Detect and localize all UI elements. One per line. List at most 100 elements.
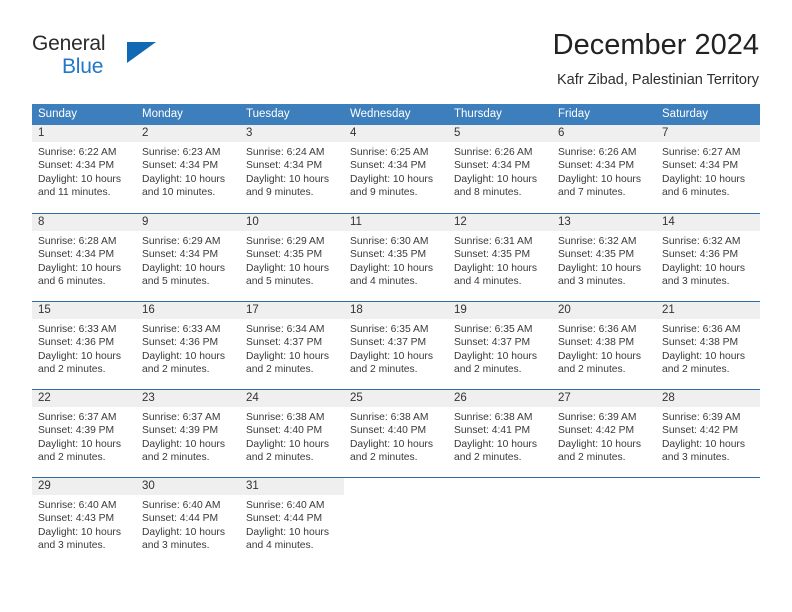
day-cell[interactable]: 22 Sunrise: 6:37 AM Sunset: 4:39 PM Dayl…	[32, 390, 136, 477]
day-number: 9	[136, 214, 240, 231]
daylight-text-line2: and 4 minutes.	[454, 275, 522, 287]
day-cell[interactable]: 4 Sunrise: 6:25 AM Sunset: 4:34 PM Dayli…	[344, 125, 448, 213]
sunrise-text: Sunrise: 6:39 AM	[662, 412, 741, 423]
day-cell[interactable]: 20 Sunrise: 6:36 AM Sunset: 4:38 PM Dayl…	[552, 302, 656, 389]
day-number: 2	[136, 125, 240, 142]
day-number	[344, 478, 448, 495]
day-info: Sunrise: 6:29 AM Sunset: 4:34 PM Dayligh…	[136, 231, 240, 288]
day-cell[interactable]: 3 Sunrise: 6:24 AM Sunset: 4:34 PM Dayli…	[240, 125, 344, 213]
daylight-text-line1: Daylight: 10 hours	[558, 350, 641, 362]
daylight-text-line1: Daylight: 10 hours	[38, 350, 121, 362]
day-info: Sunrise: 6:33 AM Sunset: 4:36 PM Dayligh…	[32, 319, 136, 376]
day-info: Sunrise: 6:25 AM Sunset: 4:34 PM Dayligh…	[344, 142, 448, 199]
day-cell[interactable]: 27 Sunrise: 6:39 AM Sunset: 4:42 PM Dayl…	[552, 390, 656, 477]
sunset-text: Sunset: 4:42 PM	[662, 425, 739, 437]
day-cell[interactable]: 12 Sunrise: 6:31 AM Sunset: 4:35 PM Dayl…	[448, 214, 552, 301]
daylight-text-line1: Daylight: 10 hours	[662, 262, 745, 274]
sunset-text: Sunset: 4:39 PM	[38, 425, 115, 437]
day-cell[interactable]: 14 Sunrise: 6:32 AM Sunset: 4:36 PM Dayl…	[656, 214, 760, 301]
sunset-text: Sunset: 4:34 PM	[246, 160, 323, 172]
daylight-text-line2: and 6 minutes.	[662, 186, 730, 198]
sunrise-text: Sunrise: 6:40 AM	[142, 500, 221, 511]
weekday-header-row: Sunday Monday Tuesday Wednesday Thursday…	[32, 104, 760, 125]
day-cell[interactable]: 13 Sunrise: 6:32 AM Sunset: 4:35 PM Dayl…	[552, 214, 656, 301]
day-number: 29	[32, 478, 136, 495]
week-row: 15 Sunrise: 6:33 AM Sunset: 4:36 PM Dayl…	[32, 301, 760, 389]
day-cell[interactable]: 6 Sunrise: 6:26 AM Sunset: 4:34 PM Dayli…	[552, 125, 656, 213]
day-cell[interactable]: 28 Sunrise: 6:39 AM Sunset: 4:42 PM Dayl…	[656, 390, 760, 477]
day-cell[interactable]: 2 Sunrise: 6:23 AM Sunset: 4:34 PM Dayli…	[136, 125, 240, 213]
daylight-text-line1: Daylight: 10 hours	[350, 350, 433, 362]
daylight-text-line1: Daylight: 10 hours	[350, 438, 433, 450]
day-cell[interactable]: 21 Sunrise: 6:36 AM Sunset: 4:38 PM Dayl…	[656, 302, 760, 389]
day-cell[interactable]: 24 Sunrise: 6:38 AM Sunset: 4:40 PM Dayl…	[240, 390, 344, 477]
day-info: Sunrise: 6:37 AM Sunset: 4:39 PM Dayligh…	[32, 407, 136, 464]
day-info: Sunrise: 6:32 AM Sunset: 4:36 PM Dayligh…	[656, 231, 760, 288]
sunset-text: Sunset: 4:36 PM	[38, 337, 115, 349]
day-cell[interactable]: 16 Sunrise: 6:33 AM Sunset: 4:36 PM Dayl…	[136, 302, 240, 389]
weekday-header-monday: Monday	[142, 108, 183, 120]
daylight-text-line2: and 2 minutes.	[454, 363, 522, 375]
sunset-text: Sunset: 4:37 PM	[454, 337, 531, 349]
day-cell[interactable]: 8 Sunrise: 6:28 AM Sunset: 4:34 PM Dayli…	[32, 214, 136, 301]
daylight-text-line2: and 2 minutes.	[246, 363, 314, 375]
day-number: 21	[656, 302, 760, 319]
generalblue-logo[interactable]: General Blue	[32, 32, 156, 84]
day-cell[interactable]: 19 Sunrise: 6:35 AM Sunset: 4:37 PM Dayl…	[448, 302, 552, 389]
day-cell[interactable]: 15 Sunrise: 6:33 AM Sunset: 4:36 PM Dayl…	[32, 302, 136, 389]
weekday-header-saturday: Saturday	[662, 108, 709, 120]
sunrise-text: Sunrise: 6:37 AM	[38, 412, 117, 423]
sunrise-text: Sunrise: 6:40 AM	[246, 500, 325, 511]
day-cell[interactable]: 7 Sunrise: 6:27 AM Sunset: 4:34 PM Dayli…	[656, 125, 760, 213]
sunrise-text: Sunrise: 6:39 AM	[558, 412, 637, 423]
daylight-text-line2: and 2 minutes.	[350, 363, 418, 375]
daylight-text-line1: Daylight: 10 hours	[246, 526, 329, 538]
daylight-text-line1: Daylight: 10 hours	[38, 438, 121, 450]
day-cell[interactable]: 31 Sunrise: 6:40 AM Sunset: 4:44 PM Dayl…	[240, 478, 344, 565]
day-cell[interactable]: 17 Sunrise: 6:34 AM Sunset: 4:37 PM Dayl…	[240, 302, 344, 389]
sunset-text: Sunset: 4:34 PM	[38, 249, 115, 261]
day-info: Sunrise: 6:38 AM Sunset: 4:40 PM Dayligh…	[240, 407, 344, 464]
week-row: 29 Sunrise: 6:40 AM Sunset: 4:43 PM Dayl…	[32, 477, 760, 565]
day-cell[interactable]: 26 Sunrise: 6:38 AM Sunset: 4:41 PM Dayl…	[448, 390, 552, 477]
day-info: Sunrise: 6:36 AM Sunset: 4:38 PM Dayligh…	[656, 319, 760, 376]
day-cell[interactable]: 30 Sunrise: 6:40 AM Sunset: 4:44 PM Dayl…	[136, 478, 240, 565]
day-cell[interactable]: 9 Sunrise: 6:29 AM Sunset: 4:34 PM Dayli…	[136, 214, 240, 301]
day-number: 14	[656, 214, 760, 231]
sunset-text: Sunset: 4:34 PM	[142, 160, 219, 172]
daylight-text-line2: and 8 minutes.	[454, 186, 522, 198]
sunset-text: Sunset: 4:43 PM	[38, 513, 115, 525]
day-info: Sunrise: 6:39 AM Sunset: 4:42 PM Dayligh…	[656, 407, 760, 464]
day-number: 24	[240, 390, 344, 407]
logo-text-blue: Blue	[62, 55, 104, 78]
day-number	[656, 478, 760, 495]
day-cell[interactable]: 29 Sunrise: 6:40 AM Sunset: 4:43 PM Dayl…	[32, 478, 136, 565]
daylight-text-line1: Daylight: 10 hours	[558, 262, 641, 274]
day-cell[interactable]: 11 Sunrise: 6:30 AM Sunset: 4:35 PM Dayl…	[344, 214, 448, 301]
daylight-text-line1: Daylight: 10 hours	[38, 526, 121, 538]
day-number: 15	[32, 302, 136, 319]
title-block: December 2024 Kafr Zibad, Palestinian Te…	[553, 28, 759, 89]
day-cell[interactable]: 5 Sunrise: 6:26 AM Sunset: 4:34 PM Dayli…	[448, 125, 552, 213]
day-cell[interactable]: 25 Sunrise: 6:38 AM Sunset: 4:40 PM Dayl…	[344, 390, 448, 477]
weekday-header-sunday: Sunday	[38, 108, 78, 120]
week-row: 8 Sunrise: 6:28 AM Sunset: 4:34 PM Dayli…	[32, 213, 760, 301]
day-info: Sunrise: 6:30 AM Sunset: 4:35 PM Dayligh…	[344, 231, 448, 288]
daylight-text-line1: Daylight: 10 hours	[454, 350, 537, 362]
day-info: Sunrise: 6:23 AM Sunset: 4:34 PM Dayligh…	[136, 142, 240, 199]
day-number: 26	[448, 390, 552, 407]
sunrise-text: Sunrise: 6:23 AM	[142, 147, 221, 158]
day-cell[interactable]: 23 Sunrise: 6:37 AM Sunset: 4:39 PM Dayl…	[136, 390, 240, 477]
day-info: Sunrise: 6:29 AM Sunset: 4:35 PM Dayligh…	[240, 231, 344, 288]
daylight-text-line2: and 4 minutes.	[350, 275, 418, 287]
sunset-text: Sunset: 4:35 PM	[558, 249, 635, 261]
daylight-text-line2: and 3 minutes.	[662, 275, 730, 287]
day-info: Sunrise: 6:24 AM Sunset: 4:34 PM Dayligh…	[240, 142, 344, 199]
day-cell[interactable]: 18 Sunrise: 6:35 AM Sunset: 4:37 PM Dayl…	[344, 302, 448, 389]
day-cell[interactable]: 10 Sunrise: 6:29 AM Sunset: 4:35 PM Dayl…	[240, 214, 344, 301]
daylight-text-line1: Daylight: 10 hours	[142, 262, 225, 274]
daylight-text-line1: Daylight: 10 hours	[38, 173, 121, 185]
daylight-text-line2: and 5 minutes.	[142, 275, 210, 287]
daylight-text-line2: and 10 minutes.	[142, 186, 216, 198]
day-cell[interactable]: 1 Sunrise: 6:22 AM Sunset: 4:34 PM Dayli…	[32, 125, 136, 213]
